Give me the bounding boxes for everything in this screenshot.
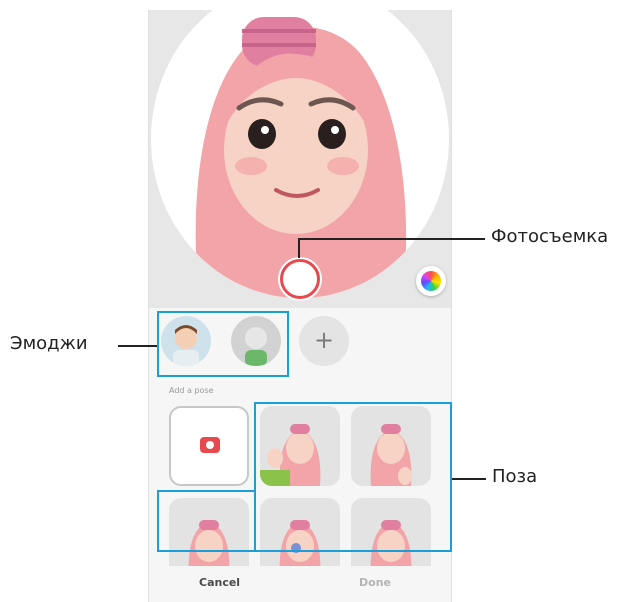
emoji-callout-line: [118, 345, 157, 347]
shutter-button[interactable]: [280, 259, 320, 299]
done-button[interactable]: Done: [359, 576, 391, 589]
section-label: Add a pose: [169, 386, 214, 395]
bottom-bar: Cancel Done: [149, 566, 451, 602]
color-picker-button[interactable]: [416, 266, 446, 296]
shutter-callout-line-vertical: [298, 238, 300, 258]
camera-icon: [200, 437, 220, 453]
emoji-callout-label: Эмоджи: [10, 333, 88, 354]
cancel-button[interactable]: Cancel: [199, 576, 240, 589]
pose-camera-tile[interactable]: [169, 406, 249, 486]
add-emoji-button[interactable]: +: [299, 316, 349, 366]
pose-highlight: [254, 402, 452, 552]
emoji-highlight: [157, 311, 289, 377]
pose-callout-line: [452, 478, 486, 480]
pose-callout-label: Поза: [492, 466, 538, 487]
shutter-callout-label: Фотосъемка: [491, 226, 609, 247]
camera-preview: [149, 10, 451, 308]
avatar-preview-circle: [151, 10, 449, 298]
shutter-callout-line: [298, 238, 485, 240]
color-wheel-icon: [421, 271, 441, 291]
pose-highlight-lower: [157, 490, 256, 552]
avatar-preview: [195, 17, 407, 298]
